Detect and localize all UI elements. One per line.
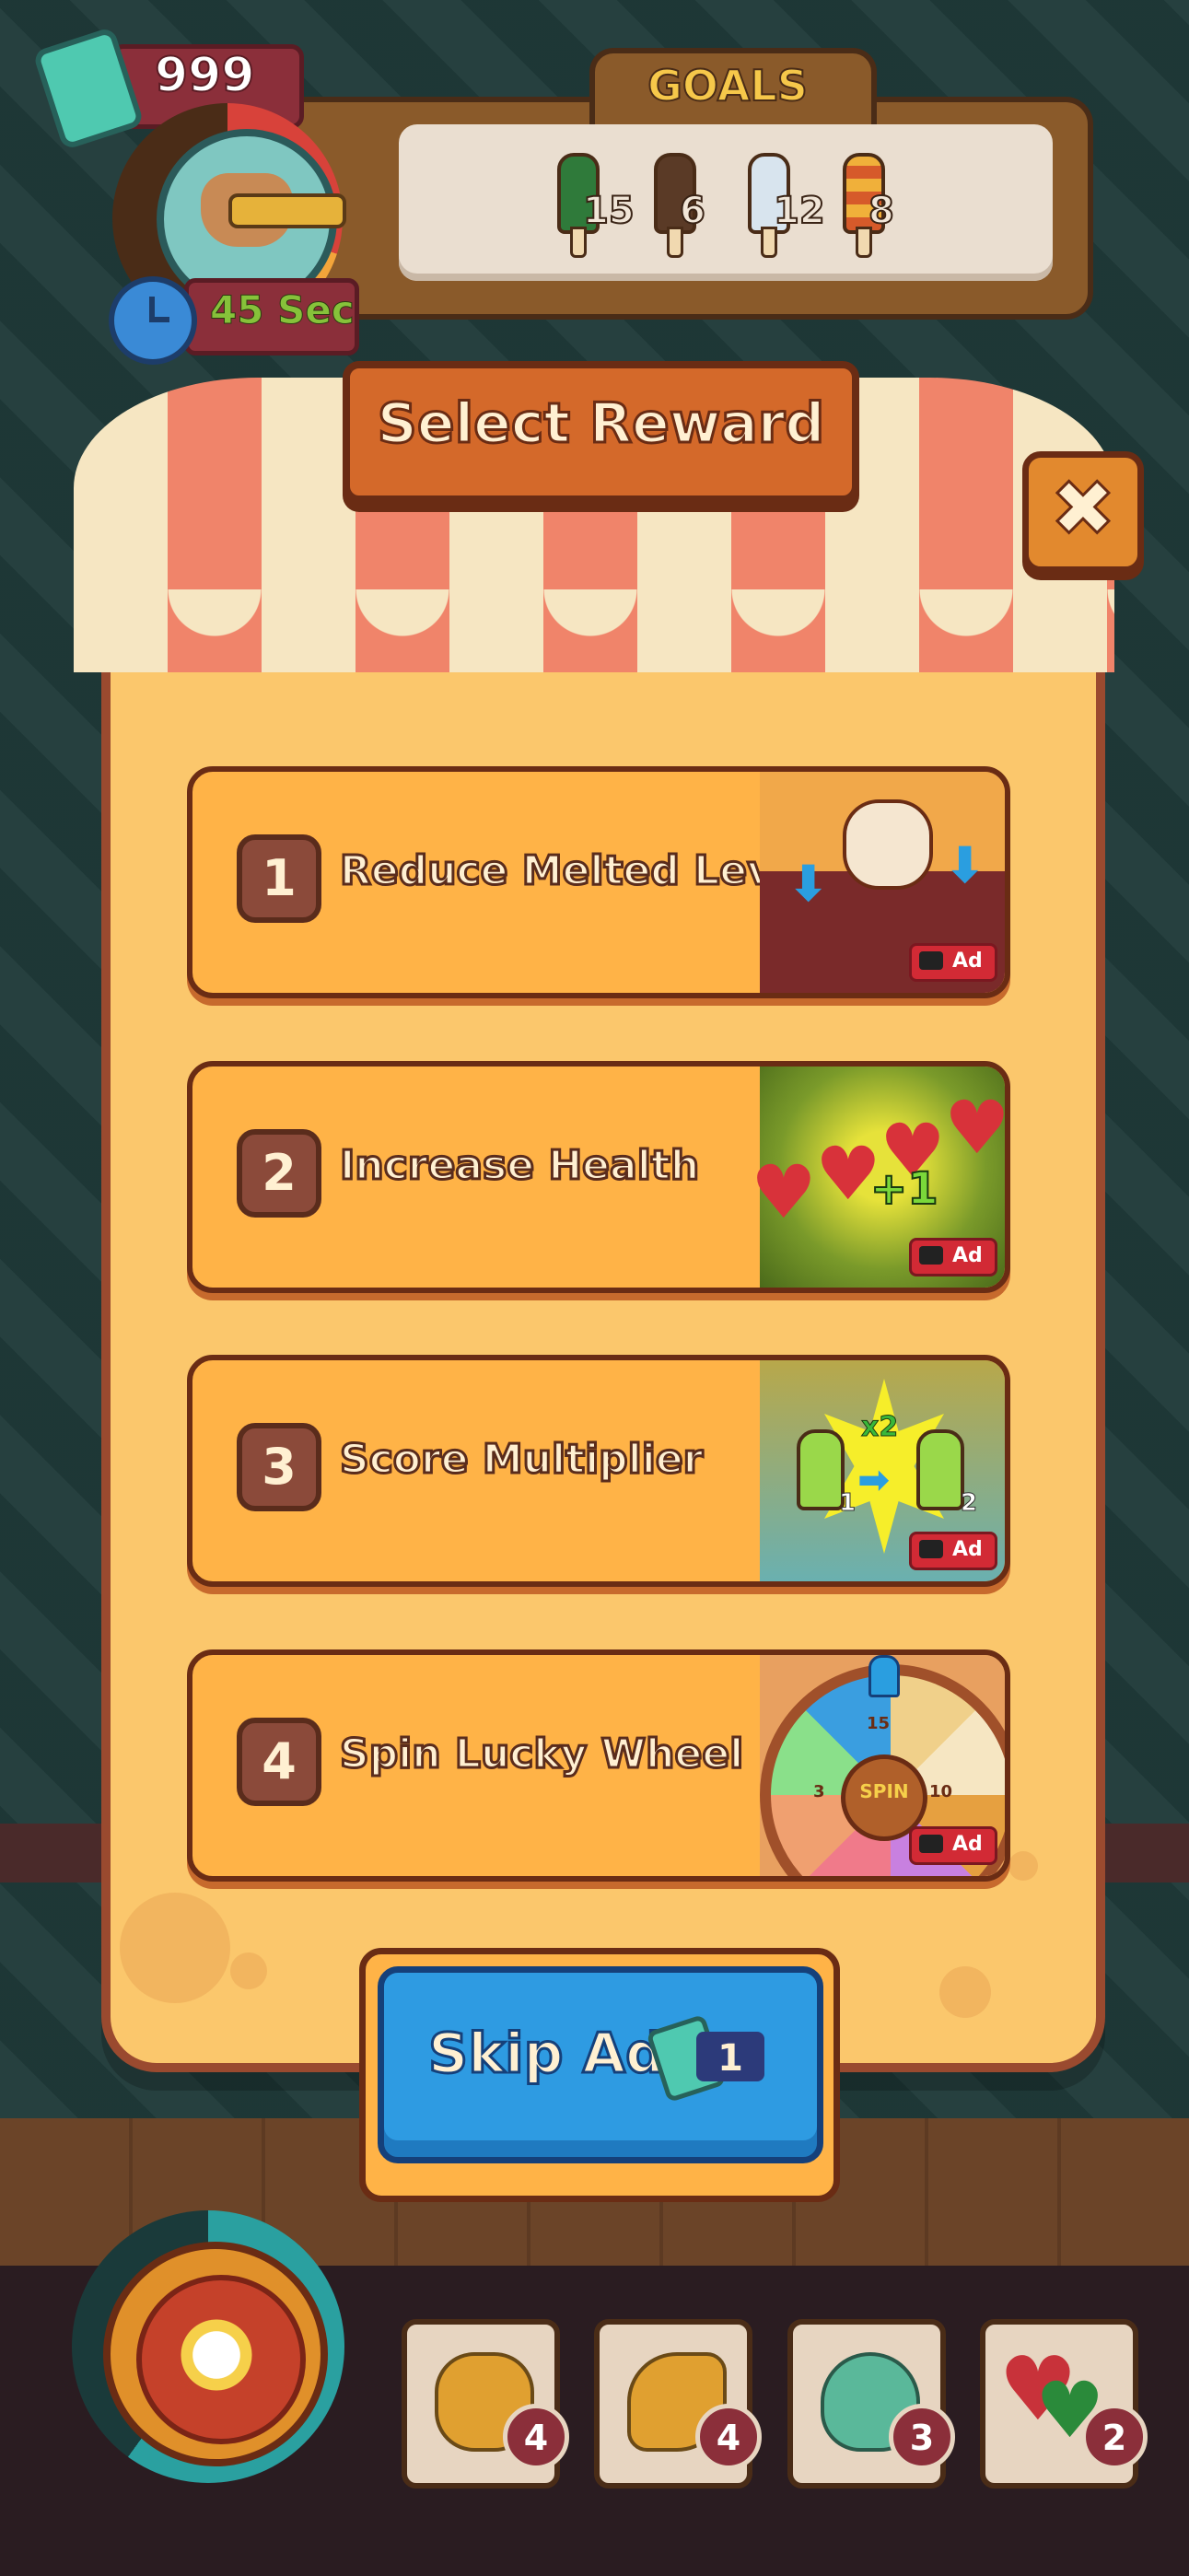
close-icon: ✖	[1049, 462, 1116, 555]
goal-item-green: 15	[548, 147, 659, 258]
arrow-right-icon: ➡	[857, 1457, 891, 1502]
goal-count: 12	[773, 189, 826, 233]
goals-title: GOALS	[647, 60, 809, 111]
ad-badge: Ad	[909, 1238, 997, 1276]
reward-number-badge: 1	[237, 834, 321, 923]
reward-number: 2	[262, 1144, 297, 1202]
reward-thumbnail: ⬇ ⬇ Ad	[760, 772, 1005, 993]
crying-cat-icon	[843, 799, 933, 890]
decor-dot	[1008, 1851, 1038, 1881]
multiplier-to: 2	[960, 1489, 978, 1518]
reward-option-spin-wheel[interactable]: 4 Spin Lucky Wheel SPIN 15 3 10 Ad	[187, 1649, 1010, 1882]
multiplier-from: 1	[838, 1489, 857, 1518]
item-count-badge: 3	[889, 2404, 955, 2470]
reward-number-badge: 4	[237, 1718, 321, 1806]
popsicle-icon	[916, 1429, 964, 1510]
arrow-down-icon: ⬇	[944, 836, 986, 894]
item-count: 2	[1102, 2418, 1127, 2458]
goal-count: 8	[868, 189, 895, 233]
ad-label: Ad	[952, 1244, 983, 1267]
play-icon	[919, 1540, 943, 1558]
play-icon	[919, 951, 943, 970]
close-button[interactable]: ✖	[1022, 451, 1144, 573]
wheel-segment-label: 10	[929, 1782, 953, 1801]
reward-thumbnail: ♥ ♥ ♥ ♥ +1 Ad	[751, 1067, 1005, 1288]
skip-ads-cost: 1	[717, 2037, 743, 2080]
ad-badge: Ad	[909, 1826, 997, 1865]
awning-scallops	[74, 589, 1114, 682]
ad-badge: Ad	[909, 1532, 997, 1570]
ticket-count: 999	[154, 47, 256, 104]
goal-item-striped: 8	[833, 147, 944, 258]
ad-label: Ad	[952, 1538, 983, 1561]
goal-count: 15	[582, 189, 635, 233]
sunglasses-icon	[228, 193, 346, 228]
heart-icon: ♥	[944, 1085, 1010, 1171]
reward-label: Spin Lucky Wheel	[338, 1730, 744, 1779]
decor-dot	[230, 1952, 267, 1989]
clock-icon	[109, 276, 197, 365]
ad-label: Ad	[952, 1833, 983, 1856]
cat-face-icon	[201, 173, 346, 247]
item-count-badge: 2	[1081, 2404, 1148, 2470]
heart-icon: ♥	[751, 1149, 817, 1235]
reward-label: Score Multiplier	[338, 1435, 704, 1485]
item-count: 4	[523, 2418, 549, 2458]
decor-dot	[939, 1966, 991, 2018]
reward-number-badge: 2	[237, 1129, 321, 1218]
goal-item-white: 12	[739, 147, 849, 258]
reward-number: 3	[262, 1438, 297, 1496]
item-count-badge: 4	[503, 2404, 569, 2470]
reward-thumbnail: SPIN 15 3 10 Ad	[760, 1655, 1005, 1876]
popsicle-icon	[797, 1429, 845, 1510]
reward-option-reduce-melted[interactable]: 1 Reduce Melted Levels ⬇ ⬇ Ad	[187, 766, 1010, 998]
reward-thumbnail: x2 ➡ 1 2 Ad	[760, 1360, 1005, 1581]
clock-hand	[149, 317, 169, 322]
play-icon	[919, 1835, 943, 1853]
timer-text: 45 Sec	[210, 287, 356, 333]
wheel-center-label: SPIN	[859, 1780, 909, 1802]
reward-option-increase-health[interactable]: 2 Increase Health ♥ ♥ ♥ ♥ +1 Ad	[187, 1061, 1010, 1293]
ad-badge: Ad	[909, 943, 997, 982]
wheel-segment-label: 15	[867, 1714, 891, 1733]
decor-dot	[120, 1893, 230, 2003]
reward-number-badge: 3	[237, 1423, 321, 1511]
play-icon	[919, 1246, 943, 1265]
ad-label: Ad	[952, 950, 983, 973]
reward-option-score-multiplier[interactable]: 3 Score Multiplier x2 ➡ 1 2 Ad	[187, 1355, 1010, 1587]
dialog-title: Select Reward	[376, 390, 826, 458]
multiplier-text: x2	[860, 1411, 899, 1444]
reward-number: 4	[262, 1732, 297, 1790]
plus-one-text: +1	[869, 1162, 939, 1216]
item-count-badge: 4	[695, 2404, 762, 2470]
goal-count: 6	[679, 189, 706, 233]
reward-number: 1	[262, 849, 297, 907]
wheel-pointer-icon	[868, 1655, 900, 1697]
wheel-segment-label: 3	[813, 1782, 825, 1801]
reward-label: Increase Health	[338, 1141, 700, 1191]
item-count: 4	[716, 2418, 741, 2458]
arrow-down-icon: ⬇	[787, 855, 830, 913]
item-count: 3	[909, 2418, 935, 2458]
sun-icon	[175, 2314, 258, 2396]
